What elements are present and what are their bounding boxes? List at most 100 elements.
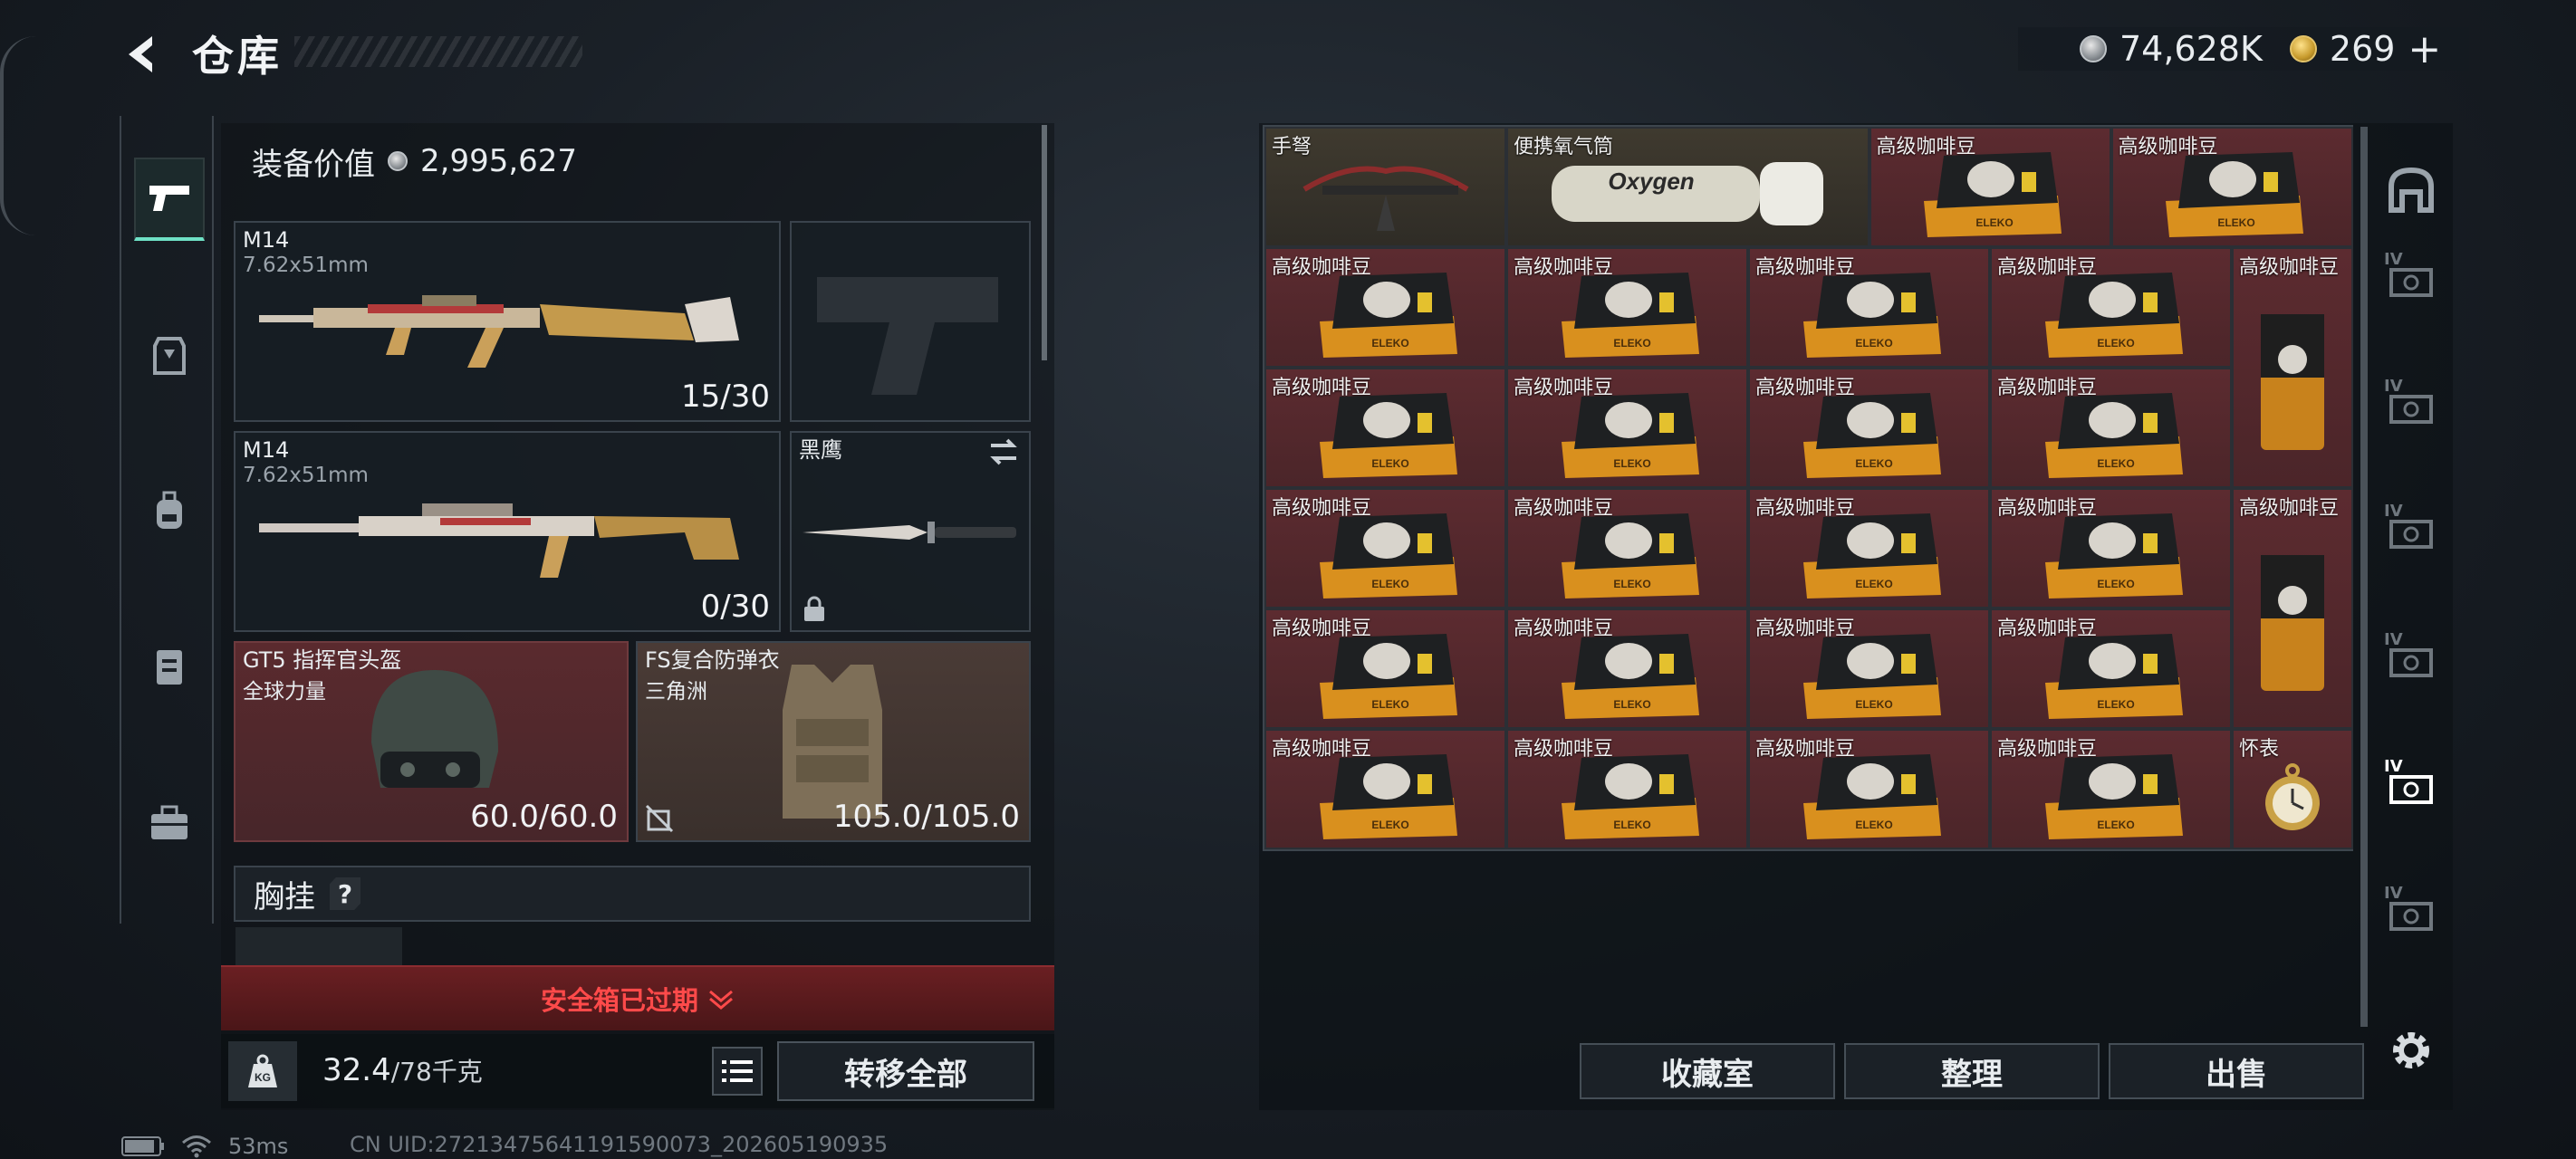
- bag-label: ELEKO: [1613, 819, 1650, 831]
- bag-label: ELEKO: [1371, 578, 1408, 590]
- carry-weight-max: /78千克: [390, 1057, 483, 1087]
- ammo-count: 0/30: [700, 589, 770, 625]
- storage-tier-tab[interactable]: IV: [2380, 502, 2442, 563]
- armor-name: FS复合防弹衣: [645, 647, 780, 673]
- coffee-bag-icon: ELEKO: [1561, 273, 1699, 359]
- storage-item[interactable]: 高级咖啡豆 ELEKO: [1264, 729, 1506, 849]
- add-currency-button[interactable]: +: [2408, 26, 2441, 72]
- oxygen-label: Oxygen: [1609, 168, 1695, 195]
- armor-durability: 105.0/105.0: [832, 799, 1020, 835]
- coffee-bag-icon: ELEKO: [1924, 152, 2062, 238]
- storage-item[interactable]: 高级咖啡豆: [2232, 488, 2353, 729]
- storage-item[interactable]: 高级咖啡豆 ELEKO: [1990, 608, 2232, 729]
- ammo-count: 15/30: [681, 378, 770, 415]
- collection-room-button[interactable]: 收藏室: [1580, 1043, 1835, 1099]
- storage-item[interactable]: 便携氧气筒 Oxygen: [1506, 127, 1870, 247]
- bag-label: ELEKO: [1855, 337, 1892, 350]
- storage-item[interactable]: 高级咖啡豆 ELEKO: [2110, 127, 2353, 247]
- settings-button[interactable]: [2380, 1020, 2442, 1081]
- nav-armor[interactable]: [134, 321, 205, 391]
- bag-label: ELEKO: [2217, 216, 2254, 229]
- crossbow-icon: [1302, 166, 1469, 232]
- weapon-caliber: 7.62x51mm: [243, 254, 369, 277]
- armor-faction: 三角洲: [645, 680, 707, 704]
- storage-item[interactable]: 高级咖啡豆 ELEKO: [1506, 247, 1748, 368]
- lock-icon: [804, 596, 824, 621]
- storage-item[interactable]: 高级咖啡豆: [2232, 247, 2353, 488]
- storage-item[interactable]: 怀表: [2232, 729, 2353, 849]
- chest-rig-row[interactable]: 胸挂 ?: [234, 866, 1031, 922]
- storage-tier-tab[interactable]: IV: [2380, 630, 2442, 692]
- storage-item[interactable]: 高级咖啡豆 ELEKO: [1748, 247, 1990, 368]
- sell-button[interactable]: 出售: [2109, 1043, 2364, 1099]
- transfer-all-button[interactable]: 转移全部: [777, 1041, 1034, 1101]
- storage-item[interactable]: 高级咖啡豆 ELEKO: [1506, 368, 1748, 488]
- storage-item[interactable]: 高级咖啡豆 ELEKO: [1264, 247, 1506, 368]
- storage-item[interactable]: 高级咖啡豆 ELEKO: [1506, 608, 1748, 729]
- coffee-bag-tall-icon: [2260, 313, 2324, 450]
- bag-label: ELEKO: [1613, 578, 1650, 590]
- coffee-bag-icon: ELEKO: [1319, 393, 1457, 479]
- pocket-watch-icon: [2264, 763, 2320, 831]
- primary-weapon-slot-2[interactable]: M14 7.62x51mm 0/30: [234, 431, 781, 632]
- storage-item[interactable]: 高级咖啡豆 ELEKO: [1506, 488, 1748, 608]
- storage-scrollbar[interactable]: [2360, 127, 2368, 1027]
- list-view-button[interactable]: [712, 1047, 763, 1096]
- rifle-icon: [259, 503, 739, 578]
- bag-label: ELEKO: [1855, 578, 1892, 590]
- storage-item[interactable]: 高级咖啡豆 ELEKO: [1990, 368, 2232, 488]
- vest-icon: [157, 650, 182, 685]
- nav-case[interactable]: [134, 788, 205, 858]
- storage-item[interactable]: 高级咖啡豆 ELEKO: [1990, 488, 2232, 608]
- storage-tab-home[interactable]: [2380, 159, 2442, 221]
- coffee-bag-icon: ELEKO: [1802, 513, 1941, 599]
- storage-item[interactable]: 高级咖啡豆 ELEKO: [1748, 729, 1990, 849]
- nav-backpack[interactable]: [134, 476, 205, 547]
- helmet-faction: 全球力量: [243, 680, 326, 704]
- storage-tier-tab[interactable]: IV: [2380, 377, 2442, 438]
- bag-label: ELEKO: [2097, 819, 2134, 831]
- coffee-bag-icon: ELEKO: [2044, 634, 2183, 720]
- sort-button[interactable]: 整理: [1844, 1043, 2100, 1099]
- tier-label: IV: [2384, 884, 2403, 903]
- coffee-bag-icon: ELEKO: [2044, 513, 2183, 599]
- storage-item-label: 高级咖啡豆: [2239, 256, 2340, 279]
- tier-label: IV: [2384, 502, 2403, 521]
- storage-tier-tab[interactable]: IV: [2380, 757, 2442, 819]
- nav-vest[interactable]: [134, 632, 205, 703]
- storage-item[interactable]: 高级咖啡豆 ELEKO: [1506, 729, 1748, 849]
- melee-name: 黑鹰: [799, 437, 842, 463]
- storage-item[interactable]: 高级咖啡豆 ELEKO: [1264, 608, 1506, 729]
- coffee-bag-icon: ELEKO: [1561, 393, 1699, 479]
- bag-label: ELEKO: [1371, 457, 1408, 470]
- storage-item[interactable]: 高级咖啡豆 ELEKO: [1990, 247, 2232, 368]
- safe-box-expired-banner[interactable]: 安全箱已过期: [221, 965, 1054, 1030]
- storage-item[interactable]: 高级咖啡豆 ELEKO: [1264, 368, 1506, 488]
- back-arrow-icon: [129, 36, 152, 72]
- loadout-scrollbar[interactable]: [1042, 125, 1047, 360]
- storage-tier-tab[interactable]: IV: [2380, 250, 2442, 311]
- back-button[interactable]: [116, 27, 170, 81]
- storage-tier-tab[interactable]: IV: [2380, 884, 2442, 945]
- helmet-slot[interactable]: GT5 指挥官头盔 全球力量 60.0/60.0: [234, 641, 629, 842]
- storage-item[interactable]: 高级咖啡豆 ELEKO: [1264, 488, 1506, 608]
- storage-item[interactable]: 高级咖啡豆 ELEKO: [1748, 368, 1990, 488]
- storage-item[interactable]: 高级咖啡豆 ELEKO: [1748, 488, 1990, 608]
- coffee-bag-icon: ELEKO: [1319, 513, 1457, 599]
- bag-label: ELEKO: [1855, 457, 1892, 470]
- armor-slot[interactable]: FS复合防弹衣 三角洲 105.0/105.0: [636, 641, 1031, 842]
- sidearm-slot-empty[interactable]: [790, 221, 1031, 422]
- bag-label: ELEKO: [1613, 457, 1650, 470]
- help-badge[interactable]: ?: [330, 877, 360, 910]
- storage-item[interactable]: 手弩: [1264, 127, 1506, 247]
- storage-item[interactable]: 高级咖啡豆 ELEKO: [1990, 729, 2232, 849]
- melee-slot[interactable]: 黑鹰: [790, 431, 1031, 632]
- nav-weapons[interactable]: [134, 158, 205, 241]
- swap-icon[interactable]: [987, 438, 1020, 465]
- primary-weapon-slot-1[interactable]: M14 7.62x51mm 15/30: [234, 221, 781, 422]
- storage-item[interactable]: 高级咖啡豆 ELEKO: [1748, 608, 1990, 729]
- storage-item[interactable]: 高级咖啡豆 ELEKO: [1869, 127, 2111, 247]
- loadout-nav: [120, 116, 214, 924]
- vault-icon: [2389, 167, 2434, 213]
- bag-label: ELEKO: [1855, 819, 1892, 831]
